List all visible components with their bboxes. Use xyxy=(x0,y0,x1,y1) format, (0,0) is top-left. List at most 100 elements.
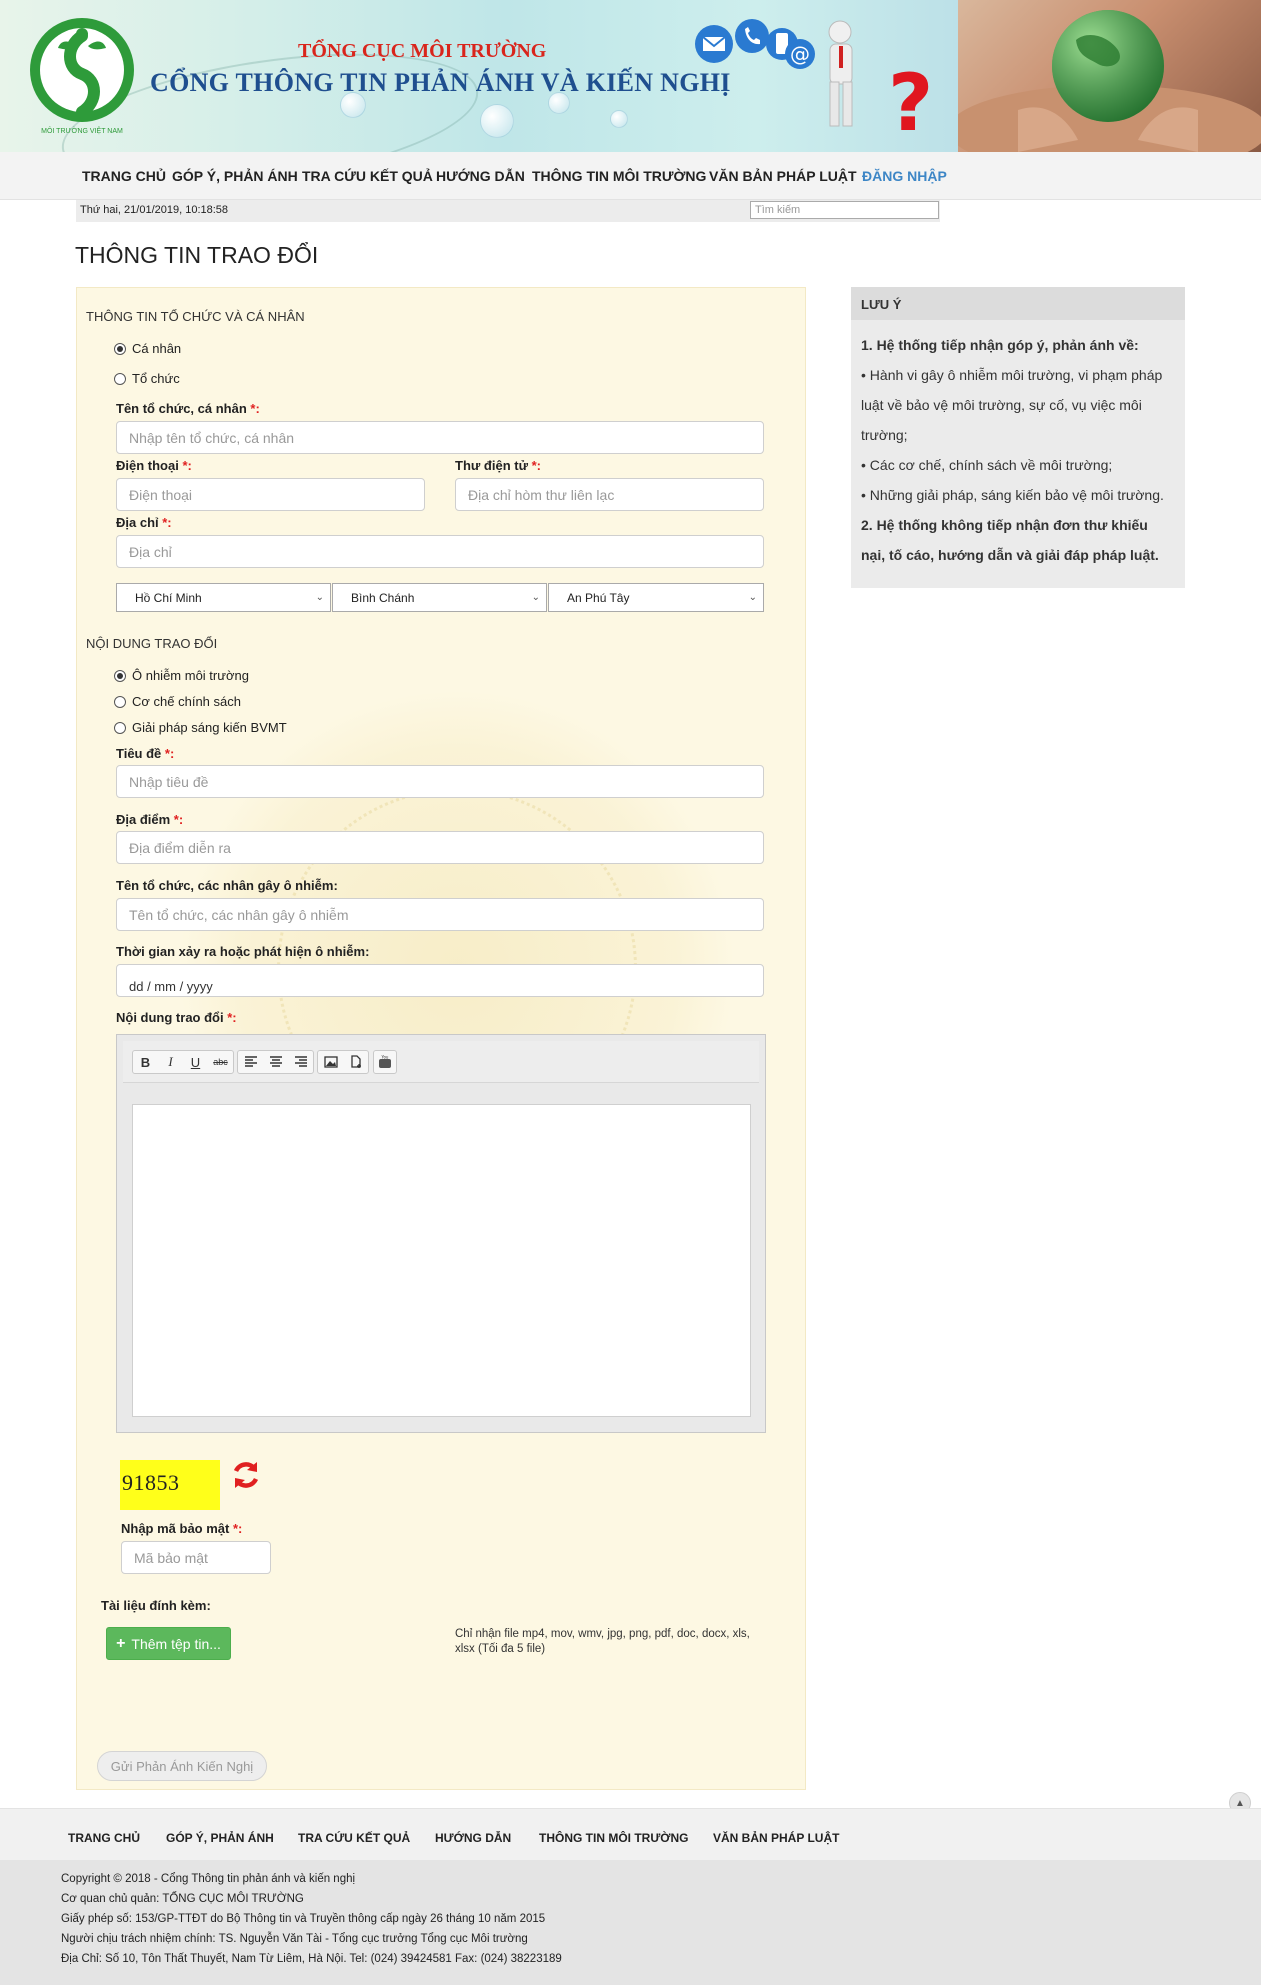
footer-nav-env-info[interactable]: THÔNG TIN MÔI TRƯỜNG xyxy=(539,1831,689,1845)
align-left-button[interactable] xyxy=(238,1051,263,1073)
rich-text-editor: B I U abc You xyxy=(116,1034,766,1433)
radio-label: Cơ chế chính sách xyxy=(132,694,241,709)
align-center-button[interactable] xyxy=(263,1051,288,1073)
required-mark: *: xyxy=(227,1010,237,1025)
note-bullet: • Hành vi gây ô nhiễm môi trường, vi phạ… xyxy=(861,367,1163,443)
add-file-button[interactable]: + Thêm tệp tin... xyxy=(106,1627,231,1660)
radio-individual[interactable]: Cá nhân xyxy=(114,341,181,356)
page-title: THÔNG TIN TRAO ĐỔI xyxy=(75,242,319,268)
time-label: Thời gian xảy ra hoặc phát hiện ô nhiễm: xyxy=(116,944,370,959)
nav-item-guide[interactable]: HƯỚNG DẪN xyxy=(436,168,525,184)
business-man-figure xyxy=(828,20,853,127)
phone-input[interactable] xyxy=(116,478,425,511)
footer-nav-home[interactable]: TRANG CHỦ xyxy=(68,1831,140,1845)
add-file-label: Thêm tệp tin... xyxy=(131,1635,221,1652)
radio-organization[interactable]: Tổ chức xyxy=(114,371,180,386)
main-nav: TRANG CHỦ GÓP Ý, PHẢN ÁNH TRA CỨU KẾT QU… xyxy=(0,152,1261,200)
radio-dot[interactable] xyxy=(114,721,126,734)
align-left-icon xyxy=(244,1056,257,1067)
name-input[interactable] xyxy=(116,421,764,454)
footer-nav-legal[interactable]: VĂN BẢN PHÁP LUẬT xyxy=(713,1831,839,1845)
place-label: Địa điểm *: xyxy=(116,812,184,827)
note-point-1: 1. Hệ thống tiếp nhận góp ý, phản ánh về… xyxy=(861,337,1139,353)
globe-in-hands-image xyxy=(958,0,1261,152)
align-center-icon xyxy=(269,1056,282,1067)
nav-item-home[interactable]: TRANG CHỦ xyxy=(82,168,166,184)
nav-item-env-info[interactable]: THÔNG TIN MÔI TRƯỜNG xyxy=(532,168,706,184)
phone-icon xyxy=(735,19,769,53)
nav-item-legal[interactable]: VĂN BẢN PHÁP LUẬT xyxy=(709,168,857,184)
attachments-label: Tài liệu đính kèm: xyxy=(101,1598,211,1613)
svg-text:?: ? xyxy=(888,59,933,138)
nav-item-lookup[interactable]: TRA CỨU KẾT QUẢ xyxy=(302,168,433,184)
radio-dot[interactable] xyxy=(114,342,126,355)
refresh-captcha-icon[interactable] xyxy=(228,1457,264,1493)
submit-button[interactable]: Gửi Phản Ánh Kiến Nghị xyxy=(97,1751,267,1781)
ward-value: An Phú Tây xyxy=(567,591,630,605)
radio-label: Tổ chức xyxy=(132,371,180,386)
required-mark: *: xyxy=(232,1521,243,1536)
radio-dot[interactable] xyxy=(114,372,126,385)
footer-line: Cơ quan chủ quản: TỔNG CỤC MÔI TRƯỜNG xyxy=(61,1893,304,1905)
polluter-input[interactable] xyxy=(116,898,764,931)
insert-file-button[interactable] xyxy=(343,1051,368,1073)
format-group: B I U abc xyxy=(132,1050,234,1074)
note-bullet: • Những giải pháp, sáng kiến bảo vệ môi … xyxy=(861,487,1164,503)
captcha-input[interactable] xyxy=(121,1541,271,1574)
youtube-icon: You xyxy=(379,1055,391,1068)
footer-line: Người chịu trách nhiệm chính: TS. Nguyễn… xyxy=(61,1933,528,1945)
footer-nav-feedback[interactable]: GÓP Ý, PHẢN ÁNH xyxy=(166,1831,274,1845)
search-input[interactable] xyxy=(750,201,939,219)
required-mark: *: xyxy=(164,746,175,761)
nav-item-login[interactable]: ĐĂNG NHẬP xyxy=(862,168,947,184)
email-input[interactable] xyxy=(455,478,764,511)
footer-line: Giấy phép số: 153/GP-TTĐT do Bộ Thông ti… xyxy=(61,1913,546,1925)
site-logo[interactable]: MÔI TRƯỜNG VIỆT NAM xyxy=(26,12,138,138)
required-mark: *: xyxy=(250,401,260,416)
date-input[interactable]: dd / mm / yyyy xyxy=(116,964,764,997)
address-input[interactable] xyxy=(116,535,764,568)
footer-info: Copyright © 2018 - Cổng Thông tin phản á… xyxy=(0,1860,1261,1985)
province-select[interactable]: Hồ Chí Minh ⌄ xyxy=(116,583,331,612)
radio-label: Cá nhân xyxy=(132,341,182,356)
footer-nav-guide[interactable]: HƯỚNG DẪN xyxy=(435,1831,511,1845)
province-value: Hồ Chí Minh xyxy=(135,591,202,605)
district-select[interactable]: Bình Chánh ⌄ xyxy=(332,583,547,612)
agency-name: TỔNG CỤC MÔI TRƯỜNG xyxy=(298,40,547,62)
at-sign-icon: @ xyxy=(785,39,815,69)
title-label: Tiêu đề *: xyxy=(116,746,175,761)
plus-icon: + xyxy=(116,1634,126,1652)
section-content-heading: NỘI DUNG TRAO ĐỔI xyxy=(86,636,218,651)
underline-button[interactable]: U xyxy=(183,1051,208,1073)
italic-button[interactable]: I xyxy=(158,1051,183,1073)
nav-item-feedback[interactable]: GÓP Ý, PHẢN ÁNH xyxy=(172,168,298,184)
video-group: You xyxy=(373,1050,397,1074)
file-types-note: Chỉ nhận file mp4, mov, wmv, jpg, png, p… xyxy=(455,1628,750,1655)
footer-nav-lookup[interactable]: TRA CỨU KẾT QUẢ xyxy=(298,1831,410,1845)
radio-policy[interactable]: Cơ chế chính sách xyxy=(114,694,241,709)
editor-content-area[interactable] xyxy=(132,1104,751,1417)
place-input[interactable] xyxy=(116,831,764,864)
insert-youtube-button[interactable]: You xyxy=(374,1051,396,1073)
title-input[interactable] xyxy=(116,765,764,798)
radio-dot[interactable] xyxy=(114,669,126,682)
contact-illustration: @ ? xyxy=(695,19,933,138)
banner-bubble xyxy=(610,110,628,128)
chevron-down-icon: ⌄ xyxy=(315,592,324,603)
radio-label: Ô nhiễm môi trường xyxy=(132,668,249,683)
insert-image-button[interactable] xyxy=(318,1051,343,1073)
strikethrough-button[interactable]: abc xyxy=(208,1051,233,1073)
chevron-down-icon: ⌄ xyxy=(748,592,757,603)
phone-label: Điện thoại *: xyxy=(116,458,192,473)
radio-solution[interactable]: Giải pháp sáng kiến BVMT xyxy=(114,720,287,735)
radio-pollution[interactable]: Ô nhiễm môi trường xyxy=(114,668,249,683)
note-heading: LƯU Ý xyxy=(851,287,1185,320)
bold-button[interactable]: B xyxy=(133,1051,158,1073)
svg-text:You: You xyxy=(381,1055,389,1060)
question-mark-icon: ? xyxy=(888,59,933,138)
required-mark: *: xyxy=(531,458,541,473)
header-banner: MÔI TRƯỜNG VIỆT NAM TỔNG CỤC MÔI TRƯỜNG … xyxy=(0,0,1261,152)
align-right-button[interactable] xyxy=(288,1051,313,1073)
radio-dot[interactable] xyxy=(114,695,126,708)
ward-select[interactable]: An Phú Tây ⌄ xyxy=(548,583,764,612)
